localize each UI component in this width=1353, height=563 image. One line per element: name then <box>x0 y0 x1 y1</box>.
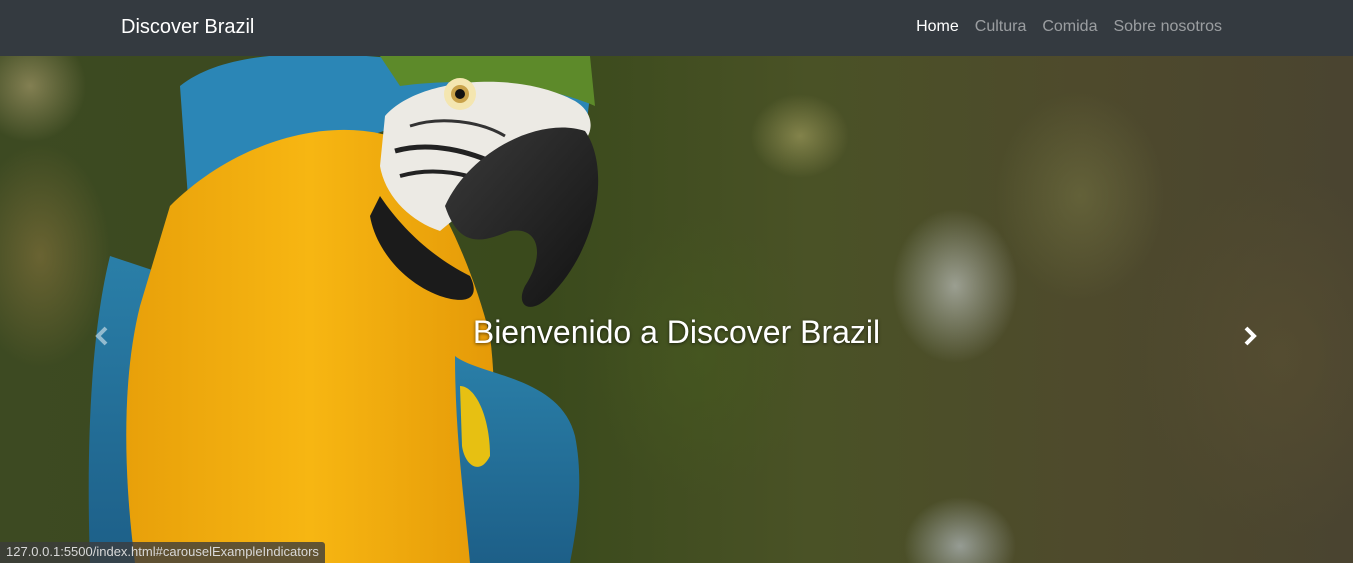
nav-item-home[interactable]: Home <box>916 18 959 36</box>
carousel-prev-button[interactable] <box>82 316 122 356</box>
nav-item-sobre-nosotros[interactable]: Sobre nosotros <box>1113 18 1222 36</box>
navbar: Discover Brazil Home Cultura Comida Sobr… <box>0 0 1353 56</box>
caption-title: Bienvenido a Discover Brazil <box>472 314 881 350</box>
carousel: Bienvenido a Discover Brazil <box>0 56 1353 563</box>
status-bar-url: 127.0.0.1:5500/index.html#carouselExampl… <box>0 542 325 563</box>
nav-menu: Home Cultura Comida Sobre nosotros <box>916 18 1222 36</box>
nav-item-comida[interactable]: Comida <box>1042 18 1097 36</box>
carousel-next-button[interactable] <box>1230 316 1270 356</box>
carousel-caption: Bienvenido a Discover Brazil <box>0 314 1353 351</box>
parrot-image <box>88 56 599 563</box>
nav-item-cultura[interactable]: Cultura <box>975 18 1027 36</box>
brand-link[interactable]: Discover Brazil <box>121 16 254 39</box>
chevron-left-icon <box>95 326 108 346</box>
chevron-right-icon <box>1244 326 1257 346</box>
